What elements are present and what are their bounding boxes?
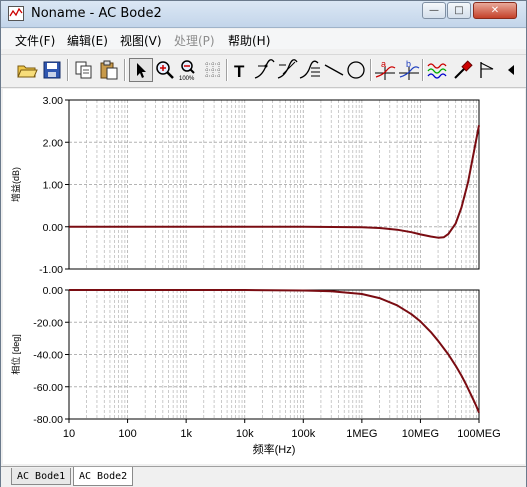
x-tick-label: 1MEG bbox=[346, 428, 377, 440]
probe-icon bbox=[454, 60, 473, 79]
text-tool-label: T bbox=[234, 62, 245, 81]
x-tick-label: 10 bbox=[63, 428, 75, 440]
x-tick-label: 1k bbox=[180, 428, 192, 440]
cursor-a-button[interactable]: a bbox=[373, 58, 397, 82]
paste-button[interactable] bbox=[97, 58, 121, 82]
marker-button[interactable] bbox=[475, 58, 499, 82]
x-tick-label: 10k bbox=[236, 428, 254, 440]
title-bar[interactable]: Noname - AC Bode2 — □ ✕ bbox=[1, 1, 526, 28]
tab-ac-bode2[interactable]: AC Bode2 bbox=[73, 467, 134, 486]
app-icon bbox=[8, 6, 24, 21]
window-title: Noname - AC Bode2 bbox=[31, 6, 162, 21]
text-icon: T bbox=[234, 62, 245, 81]
y-tick-label: -60.00 bbox=[33, 382, 63, 394]
waveform-icon bbox=[427, 63, 447, 79]
grid-button[interactable] bbox=[201, 58, 225, 82]
marker-icon bbox=[480, 62, 494, 78]
minimize-button[interactable]: — bbox=[422, 2, 446, 19]
plot-area[interactable]: 3.00 2.00 1.00 0.00 -1.00 增益(dB) 0.00 -20.00 -40… bbox=[3, 89, 525, 464]
y-tick-label: 0.00 bbox=[43, 222, 64, 234]
cursor-b-label: b bbox=[406, 59, 411, 69]
pointer-icon bbox=[137, 63, 146, 78]
label-point-icon bbox=[254, 59, 275, 79]
cursor-b-icon: b bbox=[399, 59, 420, 80]
ellipse-tool-button[interactable] bbox=[344, 58, 368, 82]
close-button[interactable]: ✕ bbox=[473, 2, 517, 19]
copy-icon bbox=[75, 61, 92, 79]
menu-process[interactable]: 处理(P) bbox=[174, 32, 215, 49]
paste-icon bbox=[100, 60, 118, 80]
cursor-a-label: a bbox=[381, 59, 386, 69]
pointer-button[interactable] bbox=[129, 58, 153, 82]
menu-edit[interactable]: 编辑(E) bbox=[67, 32, 108, 49]
scroll-right-icon bbox=[508, 65, 514, 75]
y-axis-label: 增益(dB) bbox=[10, 167, 21, 202]
label-slope-icon bbox=[277, 59, 298, 79]
zoom-in-icon bbox=[156, 61, 174, 79]
zoom-100-button[interactable]: 100% bbox=[177, 58, 201, 82]
cursor-b-button[interactable]: b bbox=[397, 58, 421, 82]
y-tick-label: -20.00 bbox=[33, 317, 63, 329]
y-tick-label: -40.00 bbox=[33, 350, 63, 362]
text-tool-button[interactable]: T bbox=[229, 58, 253, 82]
waveform-button[interactable] bbox=[426, 58, 450, 82]
zoom-100-label: 100% bbox=[179, 76, 195, 82]
probe-button[interactable] bbox=[451, 58, 475, 82]
save-icon bbox=[43, 61, 61, 79]
x-tick-label: 100 bbox=[118, 428, 136, 440]
x-tick-label: 10MEG bbox=[402, 428, 439, 440]
label-list-button[interactable] bbox=[298, 58, 322, 82]
x-tick-label: 100k bbox=[291, 428, 315, 440]
y-tick-label: 0.00 bbox=[43, 285, 64, 297]
y-tick-label: -80.00 bbox=[33, 414, 63, 426]
menu-bar: 文件(F) 编辑(E) 视图(V) 处理(P) 帮助(H) bbox=[1, 29, 526, 49]
grid-icon bbox=[205, 62, 221, 78]
menu-view[interactable]: 视图(V) bbox=[120, 32, 162, 49]
y-tick-label: 1.00 bbox=[43, 180, 64, 192]
line-tool-button[interactable] bbox=[322, 58, 346, 82]
menu-file[interactable]: 文件(F) bbox=[15, 32, 55, 49]
label-list-icon bbox=[299, 60, 320, 79]
zoom-in-button[interactable] bbox=[153, 58, 177, 82]
copy-button[interactable] bbox=[72, 58, 96, 82]
toolbar-scroll-button[interactable] bbox=[501, 58, 521, 82]
y-axis-label: 相位 [deg] bbox=[10, 334, 21, 375]
tab-ac-bode1[interactable]: AC Bode1 bbox=[11, 468, 72, 485]
x-axis-label: 频率(Hz) bbox=[253, 442, 296, 456]
toolbar: 100% T a b bbox=[1, 54, 526, 88]
save-button[interactable] bbox=[40, 58, 64, 82]
menu-help[interactable]: 帮助(H) bbox=[228, 32, 270, 49]
open-button[interactable] bbox=[15, 58, 39, 82]
maximize-button[interactable]: □ bbox=[447, 2, 471, 19]
cursor-a-icon: a bbox=[375, 59, 396, 80]
zoom-100-icon: 100% bbox=[179, 60, 195, 82]
open-icon bbox=[17, 65, 38, 78]
line-icon bbox=[324, 64, 344, 76]
label-point-button[interactable] bbox=[252, 58, 276, 82]
y-tick-label: 2.00 bbox=[43, 137, 64, 149]
app-window: Noname - AC Bode2 — □ ✕ 文件(F) 编辑(E) 视图(V… bbox=[0, 0, 527, 487]
label-slope-button[interactable] bbox=[275, 58, 299, 82]
y-tick-label: -1.00 bbox=[39, 264, 63, 276]
tab-bar: AC Bode1 AC Bode2 bbox=[1, 466, 526, 487]
ellipse-icon bbox=[347, 61, 365, 79]
bode-chart[interactable]: 3.00 2.00 1.00 0.00 -1.00 增益(dB) 0.00 -20.00 -40… bbox=[3, 89, 525, 464]
x-tick-label: 100MEG bbox=[457, 428, 500, 440]
y-tick-label: 3.00 bbox=[43, 95, 64, 107]
